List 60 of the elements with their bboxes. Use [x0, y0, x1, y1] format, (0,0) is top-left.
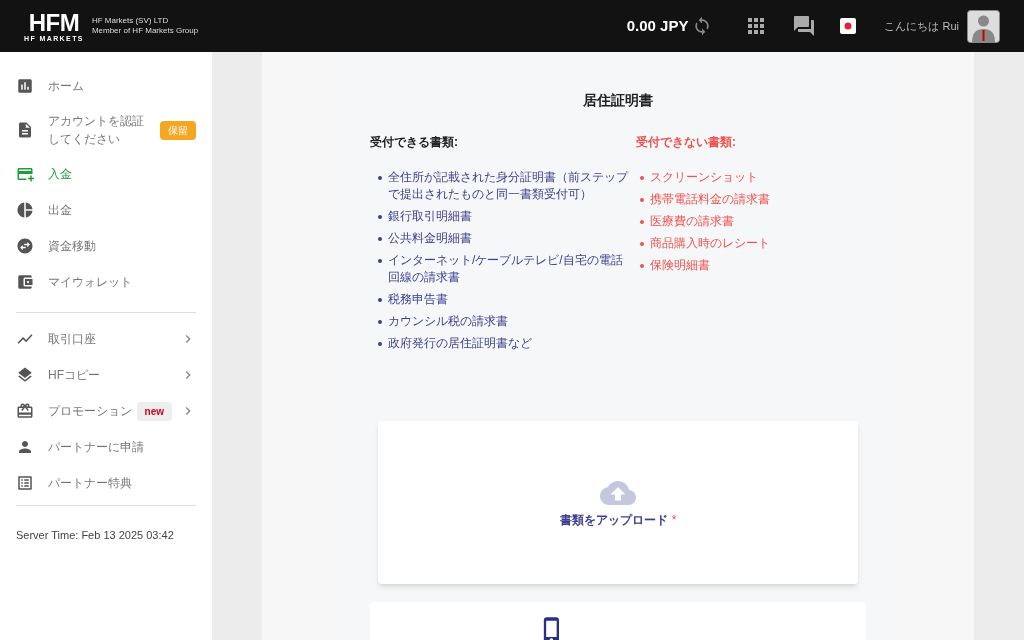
- rejected-item: 商品購入時のレシート: [650, 235, 770, 252]
- accepted-item: インターネット/ケーブルテレビ/自宅の電話回線の請求書: [388, 252, 624, 286]
- sidebar-item[interactable]: HFコピー: [16, 357, 196, 393]
- rejected-item: 保険明細書: [650, 257, 710, 274]
- upload-dropzone[interactable]: 書類をアップロード *: [378, 421, 858, 584]
- balance-text: 0.00 JPY: [626, 15, 689, 36]
- sidebar-item[interactable]: パートナーに申請: [16, 429, 196, 465]
- sidebar-label: パートナーに申請: [48, 439, 144, 456]
- person-icon: [16, 438, 34, 456]
- pie-chart-icon: [16, 201, 34, 219]
- rejected-item: スクリーンショット: [650, 169, 758, 186]
- accepted-item: 全住所が記載された身分証明書（前ステップで提出されたものと同一書類受付可）: [388, 169, 630, 203]
- list-icon: [16, 474, 34, 492]
- accepted-item: 公共料金明細書: [388, 230, 472, 247]
- accepted-item: 税務申告書: [388, 291, 448, 308]
- sidebar-item[interactable]: 取引口座: [16, 321, 196, 357]
- sidebar-label: 取引口座: [48, 331, 96, 348]
- required-mark: *: [671, 512, 677, 530]
- rejected-heading: 受付できない書類:: [636, 134, 737, 151]
- wallet-icon: [16, 273, 34, 291]
- status-badge: new: [136, 401, 172, 421]
- sidebar-label: プロモーション: [48, 403, 132, 420]
- company-text: Member of HF Markets Group: [91, 26, 199, 36]
- server-time-text: Server Time: Feb 13 2025 03:42: [16, 529, 174, 541]
- accepted-item: カウンシル税の請求書: [388, 313, 508, 330]
- sidebar-label: 資金移動: [48, 238, 96, 255]
- gift-icon: [16, 402, 34, 420]
- rejected-item: 携帯電話料金の請求書: [650, 191, 770, 208]
- sidebar-item[interactable]: 資金移動: [16, 228, 196, 264]
- chat-icon[interactable]: [792, 14, 817, 38]
- sidebar-item[interactable]: アカウントを認証してください 保留: [16, 104, 196, 156]
- accepted-item: 政府発行の居住証明書など: [388, 335, 532, 352]
- layers-icon: [16, 366, 34, 384]
- bar-chart-icon: [16, 77, 34, 95]
- sidebar-label: アカウントを認証してください: [48, 113, 145, 148]
- accepted-item: 銀行取引明細書: [388, 208, 472, 225]
- sidebar-label: 入金: [48, 166, 72, 183]
- flag-icon[interactable]: [840, 18, 857, 34]
- sidebar-item[interactable]: パートナー特典: [16, 465, 196, 501]
- greeting-text: こんにちは Rui: [884, 18, 959, 34]
- document-title: 居住証明書: [583, 91, 653, 110]
- sidebar-label: HFコピー: [48, 367, 100, 384]
- accepted-heading: 受付できる書類:: [370, 134, 459, 151]
- sidebar-item[interactable]: 入金: [16, 156, 196, 192]
- company-text: HF Markets (SV) LTD: [91, 16, 170, 26]
- sidebar-label: パートナー特典: [48, 475, 132, 492]
- sidebar-item[interactable]: ホーム: [16, 68, 196, 104]
- avatar-icon[interactable]: [967, 9, 1000, 43]
- sidebar-item[interactable]: プロモーション new: [16, 393, 196, 429]
- sidebar-label: マイウォレット: [48, 274, 132, 291]
- document-icon: [16, 121, 34, 139]
- circular-transfer-icon: [16, 237, 34, 255]
- card-plus-icon: [16, 165, 34, 183]
- sidebar-label: ホーム: [48, 78, 84, 95]
- rejected-item: 医療費の請求書: [650, 213, 734, 230]
- sidebar-item[interactable]: 出金: [16, 192, 196, 228]
- status-badge: 保留: [160, 120, 196, 140]
- sidebar-item[interactable]: マイウォレット: [16, 264, 196, 300]
- upload-label: 書類をアップロード: [559, 512, 668, 530]
- sidebar-label: 出金: [48, 202, 72, 219]
